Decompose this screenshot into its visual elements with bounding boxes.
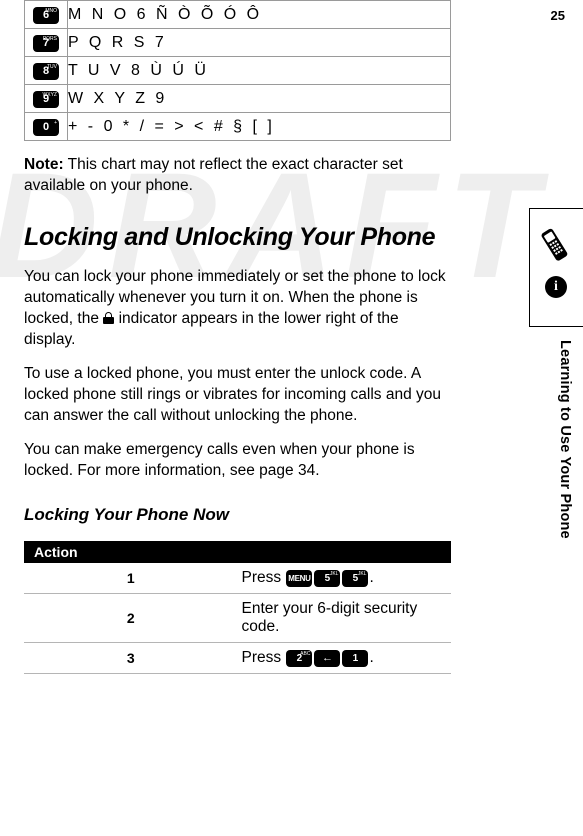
key-6-icon: 6 MNO	[33, 7, 59, 24]
page-sidebar: 25 i Learning to Use Your Phone	[503, 0, 583, 836]
table-row: 8 TUV T U V 8 Ù Ú Ü	[24, 56, 451, 85]
keypad-character-chart: 6 MNO M N O 6 Ñ Ò Õ Ó Ô 7 PQRS P Q R S 7 8	[24, 0, 451, 141]
nav-left-key-icon: ←	[314, 650, 341, 667]
subsection-heading: Locking Your Phone Now	[24, 505, 229, 524]
step-number: 2	[24, 593, 238, 643]
key-5-icon: 5 JKL	[342, 570, 369, 587]
table-header-row: Action	[24, 541, 451, 563]
step-text: Enter your 6-digit security code.	[237, 593, 451, 643]
phone-icon	[541, 228, 568, 261]
key-cell: 7 PQRS	[24, 28, 68, 57]
note-paragraph: Note: This chart may not reflect the exa…	[24, 154, 446, 196]
step-text-after: .	[369, 569, 374, 586]
action-table: Action 1 Press MENU 5 JKL 5 JKL. 2 Enter you…	[24, 541, 451, 674]
table-row: 1 Press MENU 5 JKL 5 JKL.	[24, 563, 451, 594]
table-row: 0 + + - 0 * / = > < # § [ ]	[24, 112, 451, 141]
sidebar-tab-band	[529, 208, 583, 327]
step-text-after: .	[369, 649, 374, 666]
step-text-before: Press	[241, 649, 286, 666]
step-number: 3	[24, 642, 238, 674]
section-heading: Locking and Unlocking Your Phone	[24, 223, 436, 251]
page-number: 25	[550, 8, 565, 23]
action-column-header: Action	[24, 541, 451, 563]
characters-cell: + - 0 * / = > < # § [ ]	[67, 112, 451, 141]
step-text: Press MENU 5 JKL 5 JKL.	[237, 563, 451, 594]
table-row: 6 MNO M N O 6 Ñ Ò Õ Ó Ô	[24, 0, 451, 29]
menu-key-icon: MENU	[286, 570, 313, 587]
key-cell: 0 +	[24, 112, 68, 141]
characters-cell: M N O 6 Ñ Ò Õ Ó Ô	[67, 0, 451, 29]
table-row: 9 WXYZ W X Y Z 9	[24, 84, 451, 113]
key-8-icon: 8 TUV	[33, 63, 59, 80]
table-row: 2 Enter your 6-digit security code.	[24, 593, 451, 643]
key-7-icon: 7 PQRS	[33, 35, 59, 52]
key-cell: 8 TUV	[24, 56, 68, 85]
table-row: 3 Press 2 ABC ← 1.	[24, 642, 451, 674]
characters-cell: P Q R S 7	[67, 28, 451, 57]
key-5-icon: 5 JKL	[314, 570, 341, 587]
table-row: 7 PQRS P Q R S 7	[24, 28, 451, 57]
key-9-icon: 9 WXYZ	[33, 91, 59, 108]
step-text: Press 2 ABC ← 1.	[237, 642, 451, 674]
step-number: 1	[24, 563, 238, 594]
key-cell: 6 MNO	[24, 0, 68, 29]
characters-cell: T U V 8 Ù Ú Ü	[67, 56, 451, 85]
key-0-icon: 0 +	[33, 119, 59, 136]
key-1-icon: 1	[342, 650, 369, 667]
characters-cell: W X Y Z 9	[67, 84, 451, 113]
info-icon: i	[545, 276, 567, 298]
note-text: This chart may not reflect the exact cha…	[24, 156, 403, 194]
page-content: 6 MNO M N O 6 Ñ Ò Õ Ó Ô 7 PQRS P Q R S 7 8	[0, 0, 470, 674]
note-label: Note:	[24, 156, 64, 173]
key-cell: 9 WXYZ	[24, 84, 68, 113]
sidebar-chapter-title: Learning to Use Your Phone	[557, 340, 573, 539]
key-2-icon: 2 ABC	[286, 650, 313, 667]
section-paragraph-2: To use a locked phone, you must enter th…	[24, 365, 441, 424]
lock-icon	[103, 312, 115, 324]
section-paragraph-1: You can lock your phone immediately or s…	[24, 266, 446, 350]
section-paragraph-3: You can make emergency calls even when y…	[24, 441, 415, 479]
step-text-before: Press	[241, 569, 286, 586]
